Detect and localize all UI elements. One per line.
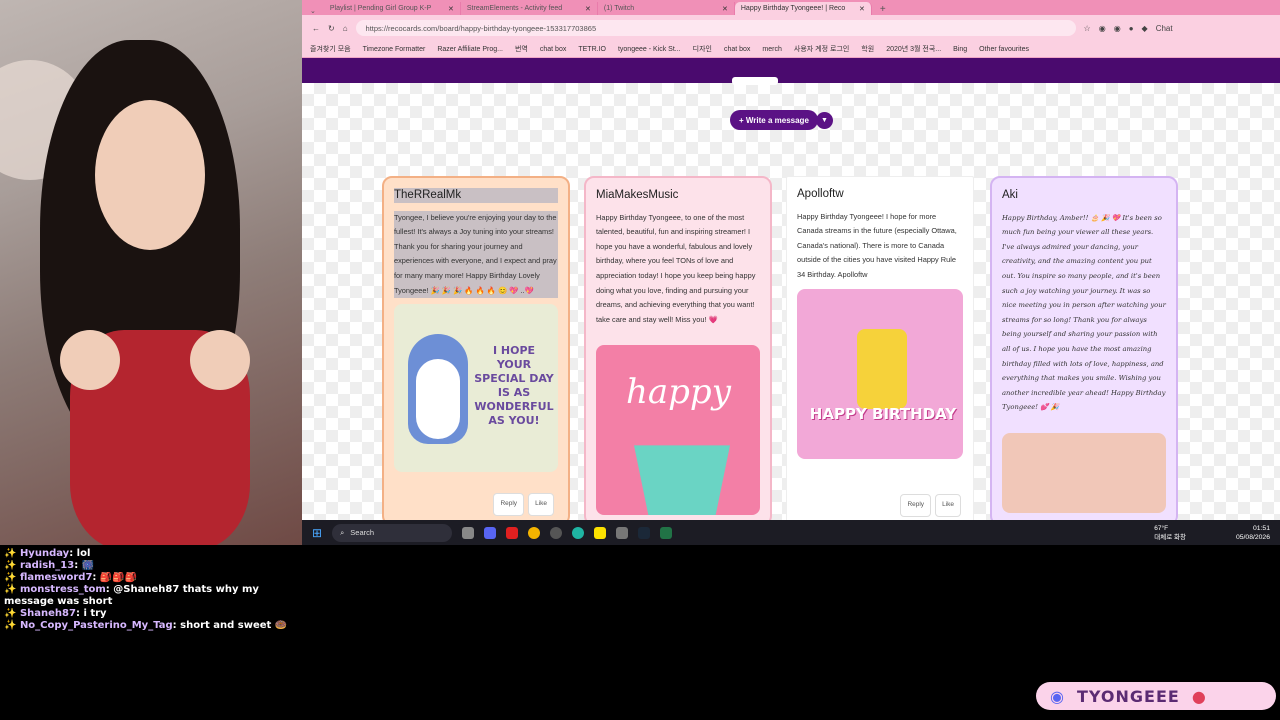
card-image: I HOPE YOUR SPECIAL DAY IS AS WONDERFUL … bbox=[394, 304, 558, 473]
bookmark-item[interactable]: tyongeee - Kick St... bbox=[618, 46, 681, 53]
mascot-icon: ● bbox=[1191, 686, 1207, 706]
bookmark-item[interactable]: Timezone Formatter bbox=[363, 46, 426, 53]
taskbar-search[interactable]: ⌕ Search bbox=[332, 523, 453, 542]
bookmark-item[interactable]: Razer Affiliate Prog... bbox=[437, 46, 503, 53]
chat-button[interactable]: Chat bbox=[1156, 24, 1173, 33]
bookmarks-bar: 즐겨찾기 모음 Timezone Formatter Razer Affilia… bbox=[302, 41, 1280, 58]
card-message: Tyongee, I believe you're enjoying your … bbox=[394, 210, 558, 299]
chat-message: ✨ radish_13: 🎆 bbox=[4, 560, 95, 571]
weather-widget[interactable]: 67°F 대체로 화창 bbox=[1154, 524, 1186, 542]
url-field[interactable]: https://recocards.com/board/happy-birthd… bbox=[355, 20, 1076, 36]
search-icon: ⌕ bbox=[340, 527, 345, 537]
card-image: HAPPY BIRTHDAY bbox=[797, 288, 963, 459]
windows-taskbar: ⊞ ⌕ Search 67°F 대체로 화창 01:51 05/08/2026 bbox=[302, 520, 1280, 545]
discord-overlay: ◉ TYONGEEE ● bbox=[1036, 682, 1276, 710]
tab-menu-icon[interactable]: ⌄ bbox=[302, 7, 324, 15]
message-card: Apolloftw Happy Birthday Tyongeee! I hop… bbox=[786, 176, 974, 520]
bookmark-item[interactable]: chat box bbox=[540, 46, 566, 53]
bookmark-item[interactable]: TETR.IO bbox=[578, 46, 606, 53]
card-message: Happy Birthday Tyongeee, to one of the m… bbox=[596, 212, 756, 324]
browser-window: ⌄ Playlist | Pending Girl Group K-P ✕ Str… bbox=[302, 0, 1280, 520]
bookmark-item[interactable]: merch bbox=[762, 46, 781, 53]
board-page: + Write a message ▼ TheRRealMk Tyongee, … bbox=[302, 58, 1280, 520]
tab-twitch[interactable]: (1) Twitch ✕ bbox=[598, 2, 735, 15]
windows-start-icon[interactable]: ⊞ bbox=[312, 526, 322, 540]
card-message: Happy Birthday Tyongeee! I hope for more… bbox=[797, 211, 957, 279]
chrome-icon[interactable] bbox=[528, 526, 541, 539]
like-button[interactable]: Like bbox=[528, 493, 554, 516]
obs-icon[interactable] bbox=[550, 526, 563, 539]
discord-icon[interactable] bbox=[484, 526, 497, 539]
card-author: Apolloftw bbox=[797, 188, 844, 200]
card-author: MiaMakesMusic bbox=[596, 189, 679, 201]
bookmark-item[interactable]: 디자인 bbox=[693, 44, 712, 54]
tab-streamelements[interactable]: StreamElements - Activity feed ✕ bbox=[461, 2, 598, 15]
tab-strip: ⌄ Playlist | Pending Girl Group K-P ✕ Str… bbox=[302, 0, 1280, 15]
close-icon[interactable]: ✕ bbox=[448, 5, 454, 13]
chat-message: ✨ No_Copy_Pasterino_My_Tag: short and sw… bbox=[4, 620, 288, 631]
stream-chat: ✨ Hyunday: lol ✨ radish_13: 🎆 ✨ flameswo… bbox=[0, 545, 302, 720]
tab-recocards[interactable]: Happy Birthday Tyongeee! | Reco ✕ bbox=[734, 2, 872, 15]
close-icon[interactable]: ✕ bbox=[585, 5, 591, 13]
chat-message: ✨ Shaneh87: i try bbox=[4, 608, 107, 619]
back-icon[interactable]: ← bbox=[312, 24, 320, 33]
new-tab-icon[interactable]: + bbox=[872, 4, 894, 15]
bookmark-item[interactable]: 사용자 계정 로그인 bbox=[794, 44, 849, 54]
write-message-button[interactable]: + Write a message bbox=[730, 110, 818, 130]
card-image: happy bbox=[596, 345, 760, 516]
discord-icon: ◉ bbox=[1050, 686, 1065, 706]
kakaotalk-icon[interactable] bbox=[594, 526, 607, 539]
close-icon[interactable]: ✕ bbox=[722, 5, 728, 13]
system-clock[interactable]: 01:51 05/08/2026 bbox=[1236, 524, 1270, 542]
chevron-down-icon[interactable]: ▼ bbox=[816, 112, 833, 129]
message-card: MiaMakesMusic Happy Birthday Tyongeee, t… bbox=[584, 176, 772, 520]
steam-icon[interactable] bbox=[638, 526, 651, 539]
extension-icon[interactable]: ◉ bbox=[1114, 24, 1121, 33]
bookmark-item[interactable]: chat box bbox=[724, 46, 750, 53]
card-message: Happy Birthday, Amber!! 🎂 🎉 💖 It's been … bbox=[1002, 213, 1166, 412]
bookmark-item[interactable]: 번역 bbox=[515, 44, 528, 54]
chat-message: ✨ flamesword7: 🎒🎒🎒 bbox=[4, 572, 138, 583]
home-icon[interactable]: ⌂ bbox=[343, 24, 348, 33]
board-header bbox=[302, 58, 1280, 85]
bookmark-item[interactable]: Other favourites bbox=[979, 46, 1029, 53]
edge-icon[interactable] bbox=[572, 526, 585, 539]
tab-playlist[interactable]: Playlist | Pending Girl Group K-P ✕ bbox=[324, 2, 461, 15]
address-bar-row: ← ↻ ⌂ https://recocards.com/board/happy-… bbox=[302, 15, 1280, 41]
card-image bbox=[1002, 432, 1166, 513]
excel-icon[interactable] bbox=[660, 526, 673, 539]
task-view-icon[interactable] bbox=[462, 526, 475, 539]
chat-message: ✨ monstress_tom: @Shaneh87 thats why my … bbox=[4, 584, 259, 607]
bookmark-item[interactable]: 즐겨찾기 모음 bbox=[310, 44, 351, 54]
webcam-feed bbox=[0, 0, 302, 545]
like-button[interactable]: Like bbox=[935, 494, 961, 517]
copilot-icon[interactable]: ◆ bbox=[1142, 24, 1148, 33]
card-author: Aki bbox=[1002, 189, 1018, 201]
chat-message: ✨ Hyunday: lol bbox=[4, 548, 91, 559]
close-icon[interactable]: ✕ bbox=[859, 5, 865, 13]
bookmark-item[interactable]: Bing bbox=[953, 46, 967, 53]
app-icon[interactable] bbox=[616, 526, 629, 539]
extension-icon[interactable]: ◉ bbox=[1099, 24, 1106, 33]
message-card: TheRRealMk Tyongee, I believe you're enj… bbox=[382, 176, 570, 520]
bookmark-item[interactable]: 학원 bbox=[861, 44, 874, 54]
profile-icon[interactable]: ● bbox=[1129, 24, 1134, 33]
reply-button[interactable]: Reply bbox=[900, 494, 932, 517]
star-icon[interactable]: ☆ bbox=[1084, 24, 1091, 33]
message-card: Aki Happy Birthday, Amber!! 🎂 🎉 💖 It's b… bbox=[990, 176, 1178, 520]
alert-app-icon[interactable] bbox=[506, 526, 519, 539]
card-author: TheRRealMk bbox=[394, 188, 558, 203]
bookmark-item[interactable]: 2020년 3월 전국... bbox=[886, 44, 941, 54]
reload-icon[interactable]: ↻ bbox=[328, 24, 335, 33]
reply-button[interactable]: Reply bbox=[493, 493, 525, 516]
